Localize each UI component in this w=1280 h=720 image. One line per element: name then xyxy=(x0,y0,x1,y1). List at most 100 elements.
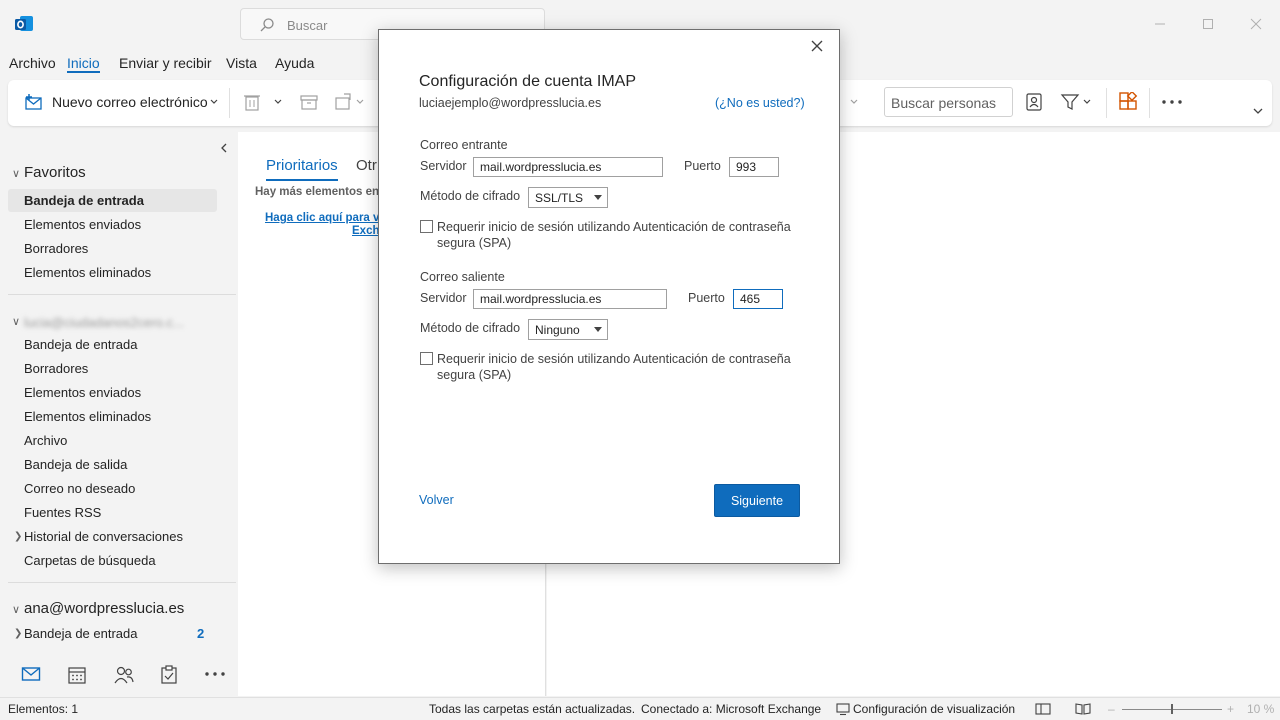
folder-separator xyxy=(8,294,236,295)
chevron-down-icon[interactable] xyxy=(1082,97,1092,107)
incoming-server-label: Servidor xyxy=(420,159,467,173)
folder-deleted[interactable]: Elementos eliminados xyxy=(24,409,151,424)
ribbon-separator xyxy=(1106,88,1107,118)
more-apps-icon[interactable] xyxy=(204,670,226,678)
folder-pane: ∨ Favoritos Bandeja de entrada Elementos … xyxy=(0,132,238,696)
folder-search-folders[interactable]: Carpetas de búsqueda xyxy=(24,553,156,568)
dropdown-arrow-icon xyxy=(594,327,602,332)
people-search-input[interactable]: Buscar personas xyxy=(884,87,1013,117)
status-bar: Elementos: 1 Todas las carpetas están ac… xyxy=(0,697,1280,720)
incoming-encryption-value: SSL/TLS xyxy=(535,191,584,205)
zoom-slider-thumb[interactable] xyxy=(1171,704,1173,714)
filter-icon[interactable] xyxy=(1060,92,1080,112)
more-options-icon[interactable] xyxy=(1161,98,1185,106)
folder-fav-sent[interactable]: Elementos enviados xyxy=(24,217,141,232)
chevron-down-icon[interactable] xyxy=(209,97,219,107)
display-settings-button[interactable]: Configuración de visualización xyxy=(853,702,1015,716)
items-count: Elementos: 1 xyxy=(8,702,79,716)
account-email: luciaejemplo@wordpresslucia.es xyxy=(419,96,602,110)
folder-rss[interactable]: Fuentes RSS xyxy=(24,505,101,520)
expand-ribbon-icon[interactable] xyxy=(1252,106,1264,116)
calendar-icon[interactable] xyxy=(67,665,87,685)
mail-icon[interactable] xyxy=(21,665,41,683)
dialog-title: Configuración de cuenta IMAP xyxy=(419,73,637,90)
folder-account2-inbox[interactable]: Bandeja de entrada xyxy=(24,626,137,641)
display-settings-icon[interactable] xyxy=(836,702,850,716)
outgoing-encryption-select[interactable]: Ninguno xyxy=(528,319,608,340)
reading-view-icon[interactable] xyxy=(1075,702,1091,716)
outgoing-port-input[interactable] xyxy=(733,289,783,309)
apps-icon[interactable] xyxy=(1118,92,1138,112)
outgoing-spa-label: Requerir inicio de sesión utilizando Aut… xyxy=(437,352,791,382)
incoming-server-input[interactable] xyxy=(473,157,663,177)
outgoing-server-input[interactable] xyxy=(473,289,667,309)
chevron-down-icon[interactable] xyxy=(849,97,859,107)
archive-icon[interactable] xyxy=(299,92,319,112)
address-book-icon[interactable] xyxy=(1025,92,1043,112)
search-placeholder: Buscar xyxy=(287,18,328,33)
tab-focused[interactable]: Prioritarios xyxy=(266,157,338,174)
folders-status: Todas las carpetas están actualizadas. xyxy=(429,702,636,716)
outgoing-port-label: Puerto xyxy=(688,291,725,305)
chevron-down-icon: ∨ xyxy=(12,316,21,328)
folder-drafts[interactable]: Borradores xyxy=(24,361,88,376)
folder-archive[interactable]: Archivo xyxy=(24,433,67,448)
collapse-pane-icon[interactable] xyxy=(219,142,229,154)
zoom-level: 10 % xyxy=(1247,702,1275,716)
exchange-link[interactable]: Haga clic aquí para ve Exch xyxy=(265,212,386,238)
zoom-in-icon[interactable]: + xyxy=(1227,702,1234,716)
tasks-icon[interactable] xyxy=(160,665,178,685)
menu-archivo[interactable]: Archivo xyxy=(9,55,56,71)
outgoing-encryption-value: Ninguno xyxy=(535,323,580,337)
normal-view-icon[interactable] xyxy=(1035,702,1051,716)
incoming-port-input[interactable] xyxy=(729,157,779,177)
folder-fav-drafts[interactable]: Borradores xyxy=(24,241,88,256)
minimize-icon[interactable] xyxy=(1150,14,1170,34)
folder-sent[interactable]: Elementos enviados xyxy=(24,385,141,400)
dropdown-arrow-icon xyxy=(594,195,602,200)
delete-icon[interactable] xyxy=(243,92,261,112)
outgoing-spa-checkbox[interactable] xyxy=(420,352,433,365)
outgoing-server-label: Servidor xyxy=(420,291,467,305)
zoom-out-icon[interactable]: – xyxy=(1108,702,1115,716)
incoming-spa-label: Requerir inicio de sesión utilizando Aut… xyxy=(437,220,791,250)
menu-enviar-recibir[interactable]: Enviar y recibir xyxy=(119,55,212,71)
search-icon xyxy=(260,18,274,32)
incoming-encryption-label: Método de cifrado xyxy=(420,189,521,203)
folder-conversation-history[interactable]: Historial de conversaciones xyxy=(24,529,183,544)
account1-header[interactable]: ∨ xyxy=(12,312,24,329)
incoming-port-label: Puerto xyxy=(684,159,721,173)
incoming-spa-checkbox[interactable] xyxy=(420,220,433,233)
close-icon[interactable] xyxy=(809,38,825,54)
maximize-icon[interactable] xyxy=(1198,14,1218,34)
chevron-right-icon[interactable]: ❯ xyxy=(14,628,22,639)
menu-vista[interactable]: Vista xyxy=(226,55,257,71)
folder-outbox[interactable]: Bandeja de salida xyxy=(24,457,127,472)
module-nav xyxy=(0,656,238,694)
people-icon[interactable] xyxy=(113,665,135,685)
chevron-down-icon[interactable] xyxy=(273,97,283,107)
move-icon[interactable] xyxy=(334,92,354,112)
menu-ayuda[interactable]: Ayuda xyxy=(275,55,314,71)
back-link[interactable]: Volver xyxy=(419,493,454,507)
chevron-right-icon[interactable]: ❯ xyxy=(14,531,22,542)
account2-header[interactable]: ∨ ana@wordpresslucia.es xyxy=(12,600,184,617)
favorites-header[interactable]: ∨ Favoritos xyxy=(12,164,86,181)
folder-junk[interactable]: Correo no deseado xyxy=(24,481,135,496)
new-mail-button[interactable]: Nuevo correo electrónico xyxy=(52,94,208,110)
menu-inicio[interactable]: Inicio xyxy=(67,55,100,71)
folder-inbox[interactable]: Bandeja de entrada xyxy=(24,337,137,352)
not-you-link[interactable]: (¿No es usted?) xyxy=(715,96,805,110)
unread-count-badge: 2 xyxy=(197,626,205,641)
next-button[interactable]: Siguiente xyxy=(714,484,800,517)
folder-fav-inbox[interactable]: Bandeja de entrada xyxy=(24,193,144,208)
new-mail-icon[interactable] xyxy=(24,93,44,113)
chevron-down-icon[interactable] xyxy=(355,97,365,107)
tab-other[interactable]: Otr xyxy=(356,157,377,174)
connection-status: Conectado a: Microsoft Exchange xyxy=(641,702,822,716)
close-window-icon[interactable] xyxy=(1246,14,1266,34)
more-items-notice: Hay más elementos en e xyxy=(255,186,389,198)
incoming-encryption-select[interactable]: SSL/TLS xyxy=(528,187,608,208)
folder-separator xyxy=(8,582,236,583)
folder-fav-deleted[interactable]: Elementos eliminados xyxy=(24,265,151,280)
